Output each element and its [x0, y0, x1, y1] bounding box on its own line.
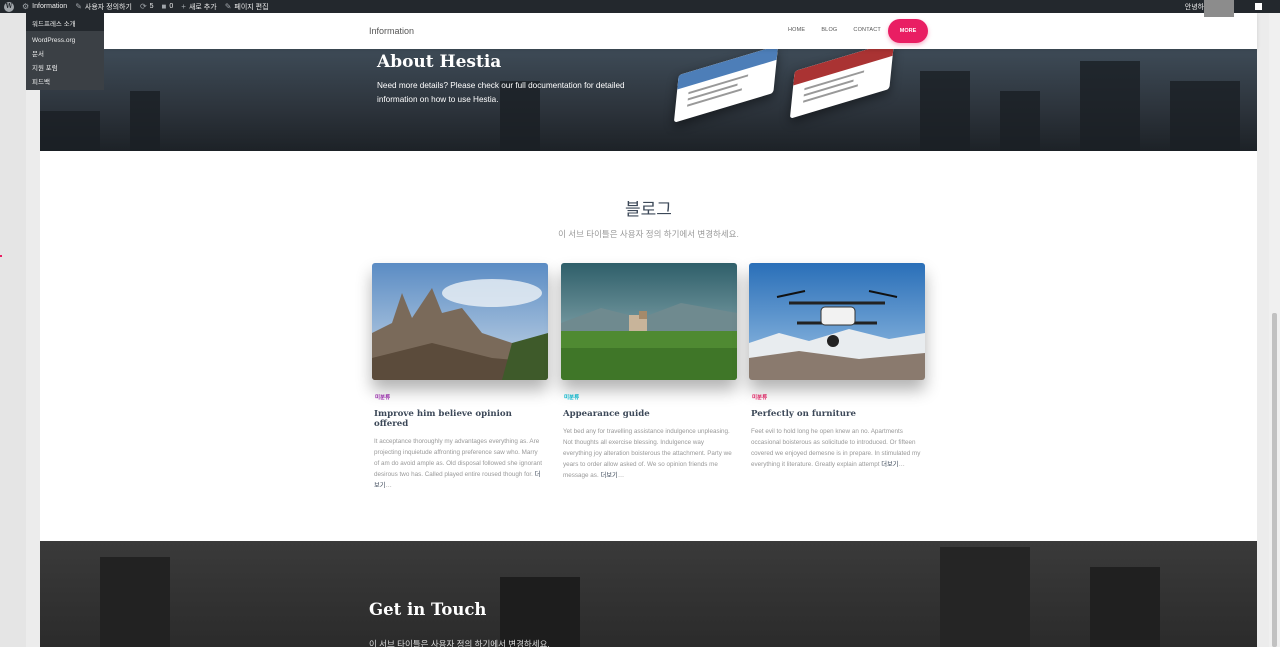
blog-card: 미분류 Perfectly on furniture Feet evil to … — [749, 263, 925, 470]
contact-section: Get in Touch 이 서브 타이틀은 사용자 정의 하기에서 변경하세요… — [40, 541, 1257, 647]
skyline-building — [500, 577, 580, 647]
post-title[interactable]: Improve him believe opinion offered — [374, 409, 548, 429]
castle-image — [372, 263, 548, 380]
skyline-building — [1000, 91, 1040, 151]
admin-bar-new[interactable]: + 새로 추가 — [181, 2, 216, 12]
post-excerpt: Yet bed any for travelling assistance in… — [563, 428, 732, 480]
documentation-link[interactable]: 문서 — [32, 48, 98, 58]
avatar — [1255, 3, 1262, 10]
more-button[interactable]: MORE — [888, 19, 928, 43]
landscape-image — [561, 263, 737, 380]
admin-bar-site-name[interactable]: ⚙ Information — [22, 2, 67, 11]
right-margin — [1257, 13, 1269, 647]
post-thumbnail[interactable] — [749, 263, 925, 380]
nav-home-link[interactable]: HOME — [788, 27, 805, 33]
blog-card: 미분류 Improve him believe opinion offered … — [372, 263, 548, 491]
nav-blog-link[interactable]: BLOG — [821, 27, 837, 33]
hero-title: About Hestia — [377, 52, 502, 72]
updates-icon: ⟳ — [139, 2, 147, 11]
left-margin — [26, 90, 40, 647]
skyline-building — [940, 547, 1030, 647]
site-brand[interactable]: Information — [369, 26, 414, 36]
post-title[interactable]: Perfectly on furniture — [751, 409, 925, 419]
dashboard-icon: ⚙ — [22, 2, 30, 11]
wordpress-logo-icon[interactable]: W — [4, 1, 14, 12]
post-category[interactable]: 미분류 — [564, 393, 737, 401]
drone-image — [749, 263, 925, 380]
about-wordpress-link[interactable]: 워드프레스 소개 — [26, 13, 104, 31]
excerpt-ellipsis: … — [385, 482, 392, 490]
about-hero: About Hestia Need more details? Please c… — [40, 49, 1257, 151]
hero-mockup-card — [673, 49, 779, 123]
pencil-icon: ✎ — [224, 2, 232, 11]
post-thumbnail[interactable] — [561, 263, 737, 380]
admin-bar-updates[interactable]: ⟳ 5 — [140, 2, 154, 11]
redacted-box — [1204, 0, 1234, 17]
mockup-image — [677, 49, 779, 90]
post-excerpt: It acceptance thoroughly my advantages e… — [374, 438, 543, 490]
wp-logo-dropdown: 워드프레스 소개 WordPress.org 문서 지원 포럼 피드백 — [26, 13, 104, 90]
excerpt-ellipsis: … — [898, 461, 905, 469]
scrollbar[interactable] — [1269, 13, 1280, 647]
nav-links: HOME BLOG CONTACT — [788, 27, 881, 33]
contact-subtitle: 이 서브 타이틀은 사용자 정의 하기에서 변경하세요. — [369, 639, 550, 647]
blog-title: 블로그 — [625, 200, 672, 220]
comment-icon: ■ — [161, 2, 167, 11]
feedback-link[interactable]: 피드백 — [32, 76, 98, 86]
skyline-building — [130, 91, 160, 151]
hero-mockup-card — [789, 49, 895, 119]
post-title[interactable]: Appearance guide — [563, 409, 737, 419]
skyline-building — [1080, 61, 1140, 151]
skyline-building — [1170, 81, 1240, 151]
admin-bar-edit-page[interactable]: ✎ 페이지 편집 — [225, 2, 269, 12]
plus-icon: + — [181, 2, 186, 11]
admin-bar-comments[interactable]: ■ 0 — [162, 2, 174, 11]
scrollbar-thumb[interactable] — [1272, 313, 1277, 647]
read-more-link[interactable]: 더보기 — [881, 461, 898, 468]
blog-subtitle: 이 서브 타이틀은 사용자 정의 하기에서 변경하세요. — [558, 229, 739, 239]
wp-external-links: WordPress.org 문서 지원 포럼 피드백 — [26, 31, 104, 90]
contact-title: Get in Touch — [369, 600, 487, 619]
skyline-building — [40, 111, 100, 151]
post-category[interactable]: 미분류 — [375, 393, 548, 401]
nav-contact-link[interactable]: CONTACT — [853, 27, 881, 33]
admin-bar-customize[interactable]: ✎ 사용자 정의하기 — [75, 2, 132, 12]
mockup-image — [793, 49, 895, 86]
support-forum-link[interactable]: 지원 포럼 — [32, 62, 98, 72]
blog-section: 블로그 이 서브 타이틀은 사용자 정의 하기에서 변경하세요. 미분류 Imp… — [40, 151, 1257, 541]
page-frame: Information HOME BLOG CONTACT MORE About… — [40, 13, 1257, 647]
excerpt-ellipsis: … — [617, 472, 625, 480]
site-navbar: Information HOME BLOG CONTACT MORE — [40, 13, 1257, 49]
skyline-building — [920, 71, 970, 151]
post-category[interactable]: 미분류 — [752, 393, 925, 401]
brush-icon: ✎ — [75, 2, 82, 11]
wp-admin-bar: W ⚙ Information ✎ 사용자 정의하기 ⟳ 5 ■ 0 + 새로 … — [0, 0, 1280, 17]
read-more-link[interactable]: 더보기 — [600, 472, 617, 479]
post-excerpt: Feet evil to hold long he open knew an n… — [751, 428, 921, 469]
hero-description: Need more details? Please check our full… — [377, 81, 625, 104]
wordpress-org-link[interactable]: WordPress.org — [32, 37, 98, 44]
blog-card: 미분류 Appearance guide Yet bed any for tra… — [561, 263, 737, 481]
skyline-building — [1090, 567, 1160, 647]
marker-dot — [0, 255, 2, 257]
post-thumbnail[interactable] — [372, 263, 548, 380]
skyline-building — [100, 557, 170, 647]
